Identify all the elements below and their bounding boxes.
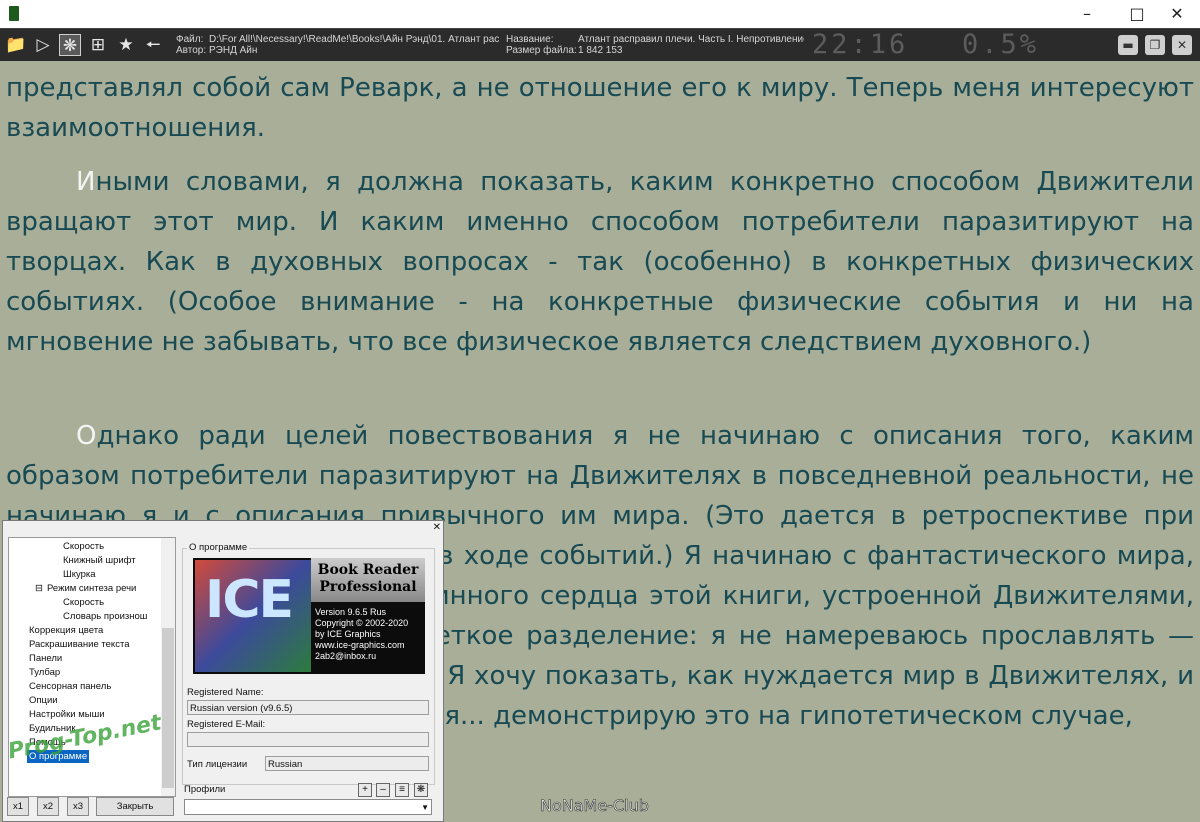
filesize-label: Размер файла:: [506, 45, 577, 56]
author-label: Автор:: [176, 45, 207, 56]
minimize-button[interactable]: –: [1064, 0, 1110, 28]
license-label: Тип лицензии: [187, 759, 248, 770]
chevron-down-icon: ▼: [421, 803, 429, 812]
save-profile-icon[interactable]: ≡: [395, 783, 409, 797]
tree-item[interactable]: Тулбар: [29, 666, 60, 679]
play-icon[interactable]: ▷: [32, 34, 54, 56]
license-field[interactable]: Russian: [265, 756, 429, 771]
scale-x3-button[interactable]: x3: [67, 797, 89, 816]
ice-logo-text: ICE: [205, 570, 294, 630]
registered-name-label: Registered Name:: [187, 687, 264, 698]
profiles-label: Профили: [184, 784, 226, 795]
tree-scrollbar[interactable]: [161, 538, 175, 796]
tree-item[interactable]: Раскрашивание текста: [29, 638, 129, 651]
tree-item[interactable]: Словарь произнош: [63, 610, 147, 623]
company-line: by ICE Graphics: [315, 629, 381, 639]
author-value: РЭНД Айн: [209, 45, 258, 56]
add-profile-icon[interactable]: +: [358, 783, 372, 797]
profile-settings-icon[interactable]: ❋: [414, 783, 428, 797]
email-line: 2ab2@inbox.ru: [315, 651, 377, 661]
tree-item[interactable]: Настройки мыши: [29, 708, 105, 721]
registered-email-field[interactable]: [187, 732, 429, 747]
panel-restore-icon[interactable]: ❐: [1145, 35, 1165, 55]
tree-item[interactable]: Опции: [29, 694, 58, 707]
version-info: Version 9.6.5 Rus Copyright © 2002-2020 …: [315, 607, 408, 662]
tree-item[interactable]: Книжный шрифт: [63, 554, 136, 567]
dialog-close-icon[interactable]: ✕: [433, 522, 441, 533]
tree-item[interactable]: Коррекция цвета: [29, 624, 103, 637]
clock-display: 22:16: [812, 29, 909, 60]
product-name-line-2: Professional: [319, 579, 417, 595]
reader-toolbar: 📁 ▷ ❋ ⊞ ★ 🠔 Файл: D:\For All!\Necessary!…: [0, 28, 1200, 61]
product-logo: ICE Book Reader Professional Version 9.6…: [193, 558, 425, 674]
about-group-title: О программе: [187, 542, 250, 553]
window-titlebar: – □ ✕: [0, 0, 1200, 28]
product-name-line-1: Book Reader: [317, 562, 419, 578]
tree-item[interactable]: Шкурка: [63, 568, 96, 581]
add-bookmark-icon[interactable]: ⊞: [87, 34, 109, 56]
open-folder-icon[interactable]: 📁: [5, 34, 27, 56]
tree-item[interactable]: Скорость: [63, 596, 104, 609]
scale-x1-button[interactable]: x1: [7, 797, 29, 816]
settings-icon[interactable]: ❋: [59, 34, 81, 56]
paragraph: представлял собой сам Реварк, а не отнош…: [6, 73, 1194, 143]
scale-x2-button[interactable]: x2: [37, 797, 59, 816]
filesize-value: 1 842 153: [578, 45, 623, 56]
paragraph: Иными словами, я должна показать, каким …: [6, 167, 1194, 357]
product-name-plate: Book Reader Professional: [311, 558, 425, 602]
copyright-line: Copyright © 2002-2020: [315, 618, 409, 628]
ice-logo-image: ICE: [195, 560, 311, 672]
panel-minimize-icon[interactable]: ▬: [1118, 35, 1138, 55]
registered-email-label: Registered E-Mail:: [187, 719, 266, 730]
remove-profile-icon[interactable]: –: [376, 783, 390, 797]
favorite-star-icon[interactable]: ★: [115, 34, 137, 56]
tree-item[interactable]: Режим синтеза речи: [47, 582, 136, 595]
website-line: www.ice-graphics.com: [315, 640, 405, 650]
scrollbar-thumb[interactable]: [162, 628, 174, 788]
settings-dialog: ✕ Скорость Книжный шрифт Шкурка ⊟ Режим …: [2, 520, 444, 822]
profiles-select[interactable]: ▼: [184, 799, 432, 815]
tree-item[interactable]: Скорость: [63, 540, 104, 553]
progress-percent: 0.5%: [962, 29, 1040, 60]
drop-cap: О: [76, 421, 97, 451]
watermark-nnm: NoNaMe-Club: [540, 796, 649, 816]
version-line: Version 9.6.5 Rus: [315, 607, 387, 617]
registered-name-field[interactable]: Russian version (v9.6.5): [187, 700, 429, 715]
close-dialog-button[interactable]: Закрыть: [96, 797, 174, 816]
back-arrow-icon[interactable]: 🠔: [142, 34, 164, 56]
app-book-icon: [9, 6, 19, 21]
tree-item[interactable]: Сенсорная панель: [29, 680, 111, 693]
panel-close-icon[interactable]: ✕: [1172, 35, 1192, 55]
tree-expander-icon[interactable]: ⊟: [35, 582, 43, 595]
close-button[interactable]: ✕: [1154, 0, 1200, 28]
drop-cap: И: [76, 167, 96, 197]
tree-item[interactable]: Панели: [29, 652, 62, 665]
